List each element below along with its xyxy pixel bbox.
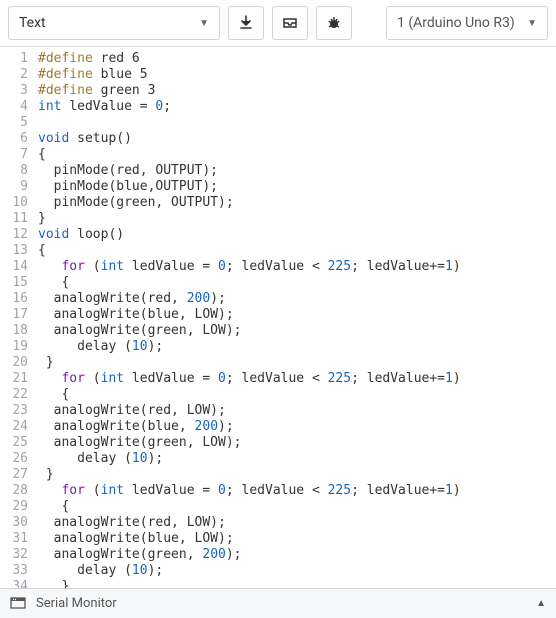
code-line[interactable]: pinMode(green, OUTPUT); bbox=[38, 195, 461, 211]
code-line[interactable]: analogWrite(red, LOW); bbox=[38, 403, 461, 419]
code-line[interactable]: void setup() bbox=[38, 131, 461, 147]
code-line[interactable]: delay (10); bbox=[38, 339, 461, 355]
code-line[interactable]: { bbox=[38, 275, 461, 291]
line-number: 9 bbox=[4, 179, 28, 195]
line-number: 34 bbox=[4, 579, 28, 588]
line-number: 22 bbox=[4, 387, 28, 403]
chevron-up-icon: ▲ bbox=[536, 598, 546, 609]
line-number: 21 bbox=[4, 371, 28, 387]
line-number: 5 bbox=[4, 115, 28, 131]
code-line[interactable]: { bbox=[38, 499, 461, 515]
library-button[interactable] bbox=[272, 6, 308, 40]
line-number: 19 bbox=[4, 339, 28, 355]
line-number: 4 bbox=[4, 99, 28, 115]
line-number: 23 bbox=[4, 403, 28, 419]
line-number: 32 bbox=[4, 547, 28, 563]
code-line[interactable] bbox=[38, 115, 461, 131]
toolbar: Text ▼ 1 (Arduino Uno R3) ▼ bbox=[0, 0, 556, 46]
code-line[interactable]: for (int ledValue = 0; ledValue < 225; l… bbox=[38, 483, 461, 499]
line-number: 8 bbox=[4, 163, 28, 179]
line-number: 15 bbox=[4, 275, 28, 291]
chevron-down-icon: ▼ bbox=[199, 18, 209, 29]
line-number: 26 bbox=[4, 451, 28, 467]
line-number: 6 bbox=[4, 131, 28, 147]
code-line[interactable]: } bbox=[38, 467, 461, 483]
code-line[interactable]: delay (10); bbox=[38, 451, 461, 467]
code-line[interactable]: #define green 3 bbox=[38, 83, 461, 99]
debug-button[interactable] bbox=[316, 6, 352, 40]
code-line[interactable]: analogWrite(green, 200); bbox=[38, 547, 461, 563]
code-line[interactable]: void loop() bbox=[38, 227, 461, 243]
download-button[interactable] bbox=[228, 6, 264, 40]
line-number: 2 bbox=[4, 67, 28, 83]
line-number: 16 bbox=[4, 291, 28, 307]
code-line[interactable]: int ledValue = 0; bbox=[38, 99, 461, 115]
code-line[interactable]: pinMode(red, OUTPUT); bbox=[38, 163, 461, 179]
serial-monitor-icon bbox=[10, 597, 26, 611]
code-line[interactable]: } bbox=[38, 579, 461, 588]
line-number: 33 bbox=[4, 563, 28, 579]
line-number: 30 bbox=[4, 515, 28, 531]
mode-dropdown[interactable]: Text ▼ bbox=[8, 6, 220, 40]
line-number: 31 bbox=[4, 531, 28, 547]
device-label: 1 (Arduino Uno R3) bbox=[397, 15, 515, 31]
line-number: 12 bbox=[4, 227, 28, 243]
code-line[interactable]: analogWrite(blue, LOW); bbox=[38, 531, 461, 547]
code-line[interactable]: analogWrite(green, LOW); bbox=[38, 323, 461, 339]
line-number: 7 bbox=[4, 147, 28, 163]
line-number: 25 bbox=[4, 435, 28, 451]
code-line[interactable]: { bbox=[38, 243, 461, 259]
download-icon bbox=[238, 15, 254, 31]
line-number: 14 bbox=[4, 259, 28, 275]
code-line[interactable]: #define blue 5 bbox=[38, 67, 461, 83]
code-line[interactable]: { bbox=[38, 147, 461, 163]
line-number: 24 bbox=[4, 419, 28, 435]
code-line[interactable]: } bbox=[38, 355, 461, 371]
device-dropdown[interactable]: 1 (Arduino Uno R3) ▼ bbox=[386, 6, 548, 40]
status-label: Serial Monitor bbox=[36, 596, 117, 611]
code-line[interactable]: #define red 6 bbox=[38, 51, 461, 67]
line-number: 18 bbox=[4, 323, 28, 339]
bug-icon bbox=[326, 15, 342, 31]
line-number: 10 bbox=[4, 195, 28, 211]
drawer-icon bbox=[282, 15, 298, 31]
code-line[interactable]: analogWrite(green, LOW); bbox=[38, 435, 461, 451]
line-number: 1 bbox=[4, 51, 28, 67]
code-line[interactable]: } bbox=[38, 211, 461, 227]
line-number: 17 bbox=[4, 307, 28, 323]
line-number: 3 bbox=[4, 83, 28, 99]
line-number: 29 bbox=[4, 499, 28, 515]
code-line[interactable]: pinMode(blue,OUTPUT); bbox=[38, 179, 461, 195]
line-number: 20 bbox=[4, 355, 28, 371]
code-area[interactable]: #define red 6#define blue 5#define green… bbox=[36, 47, 461, 588]
code-line[interactable]: for (int ledValue = 0; ledValue < 225; l… bbox=[38, 259, 461, 275]
status-bar[interactable]: Serial Monitor ▲ bbox=[0, 588, 556, 618]
code-line[interactable]: analogWrite(blue, 200); bbox=[38, 419, 461, 435]
code-line[interactable]: { bbox=[38, 387, 461, 403]
line-number: 13 bbox=[4, 243, 28, 259]
line-number: 28 bbox=[4, 483, 28, 499]
line-number: 27 bbox=[4, 467, 28, 483]
chevron-down-icon: ▼ bbox=[527, 18, 537, 29]
code-line[interactable]: for (int ledValue = 0; ledValue < 225; l… bbox=[38, 371, 461, 387]
line-number: 11 bbox=[4, 211, 28, 227]
code-line[interactable]: analogWrite(red, LOW); bbox=[38, 515, 461, 531]
code-line[interactable]: delay (10); bbox=[38, 563, 461, 579]
line-gutter: 1234567891011121314151617181920212223242… bbox=[0, 47, 36, 588]
code-line[interactable]: analogWrite(red, 200); bbox=[38, 291, 461, 307]
mode-label: Text bbox=[19, 15, 46, 31]
code-line[interactable]: analogWrite(blue, LOW); bbox=[38, 307, 461, 323]
code-editor[interactable]: 1234567891011121314151617181920212223242… bbox=[0, 46, 556, 588]
